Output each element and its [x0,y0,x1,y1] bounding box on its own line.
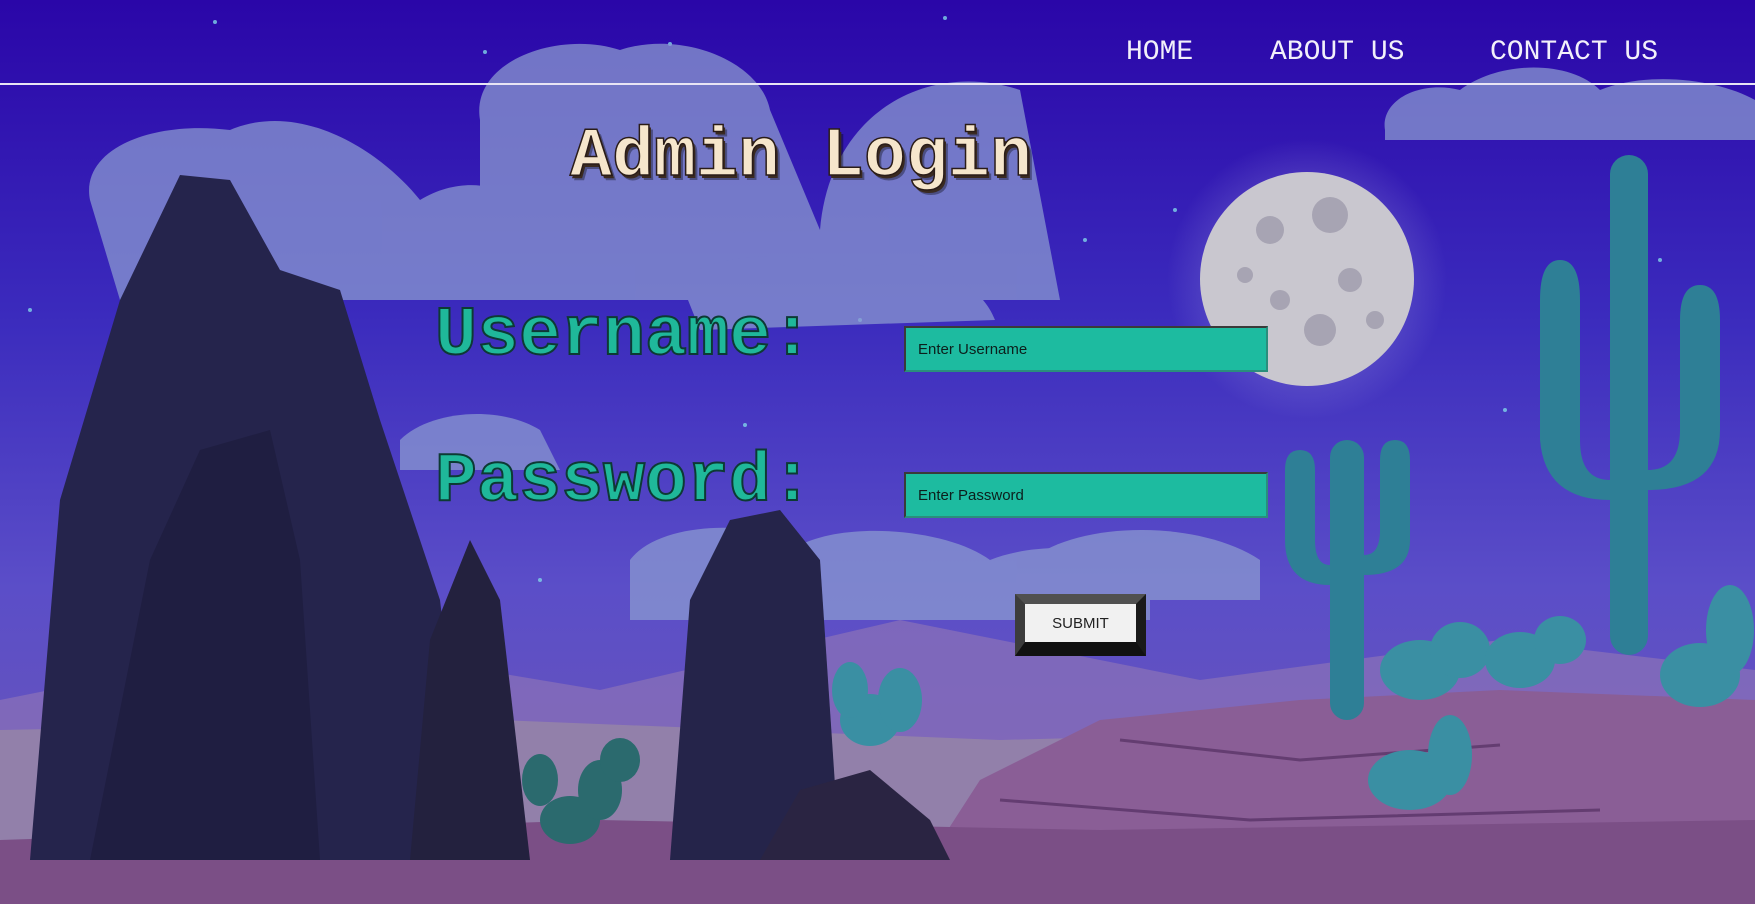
password-input[interactable] [904,472,1268,518]
top-navbar: HOME ABOUT US CONTACT US [0,0,1755,85]
nav-about-link[interactable]: ABOUT US [1270,36,1404,70]
nav-contact-link[interactable]: CONTACT US [1490,36,1658,70]
username-input[interactable] [904,326,1268,372]
submit-button[interactable]: SUBMIT [1015,594,1146,656]
page-title: Admin Login [569,117,1033,198]
password-label: Password: [434,442,814,523]
nav-home-link[interactable]: HOME [1126,36,1193,70]
username-label: Username: [434,296,814,377]
